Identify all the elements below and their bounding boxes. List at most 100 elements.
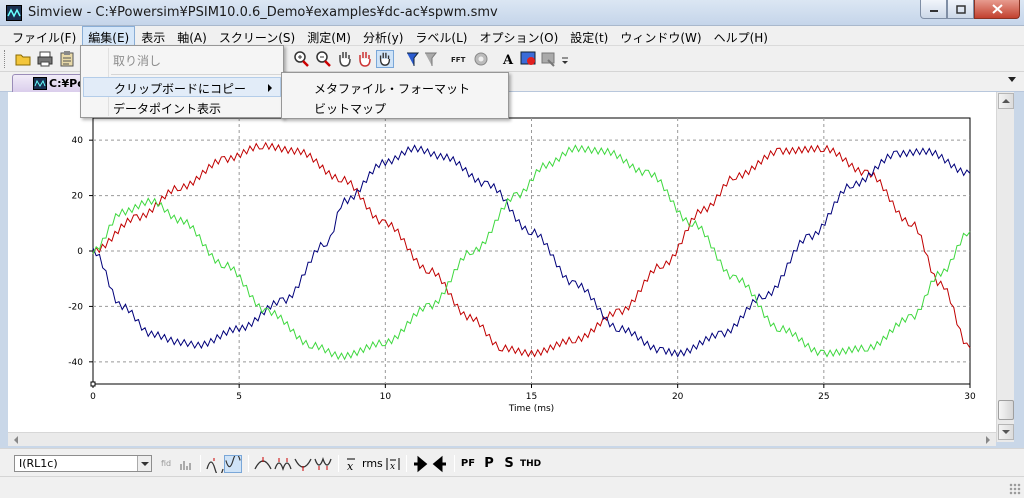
next-max-icon[interactable] <box>274 455 292 473</box>
submenu-item-bitmap[interactable]: ビットマップ <box>284 97 506 117</box>
menu-help[interactable]: ヘルプ(H) <box>708 26 774 46</box>
title-bar: Simview - C:¥Powersim¥PSIM10.0.6_Demo¥ex… <box>0 0 1024 26</box>
real-power-button[interactable]: P <box>482 455 496 473</box>
clipboard-icon[interactable] <box>58 50 76 68</box>
toolbar-overflow-icon[interactable] <box>560 50 570 68</box>
close-icon <box>991 4 1003 14</box>
tab-list-dropdown-icon[interactable] <box>1008 77 1016 82</box>
arrow-down-icon <box>1002 430 1010 434</box>
vertical-scroll-thumb[interactable] <box>998 400 1014 420</box>
edit-menu-dropdown: 取り消し クリップボードにコピー データポイント表示 <box>80 45 284 118</box>
close-button[interactable] <box>974 0 1020 19</box>
horizontal-scrollbar[interactable] <box>8 432 996 446</box>
menu-label[interactable]: ラベル(L) <box>409 26 473 46</box>
menu-item-show-data-points[interactable]: データポイント表示 <box>83 97 281 117</box>
bar-chart-icon[interactable] <box>178 455 194 473</box>
scroll-up-button[interactable] <box>998 93 1014 109</box>
zoom-out-icon[interactable] <box>314 50 332 68</box>
x-tick-label: 10 <box>380 392 392 402</box>
minimize-icon <box>929 10 938 12</box>
text-label-icon[interactable]: A <box>500 50 518 68</box>
absolute-average-icon[interactable]: x <box>384 455 402 473</box>
select-hand-icon[interactable] <box>376 50 394 68</box>
pan-hand-red-icon[interactable] <box>356 50 374 68</box>
svg-text:x: x <box>347 460 354 473</box>
scroll-left-icon[interactable] <box>14 436 18 444</box>
x-tick-label: 0 <box>90 392 96 402</box>
arrow-left-icon[interactable] <box>432 455 448 473</box>
average-icon[interactable]: x <box>344 455 358 473</box>
print-icon[interactable] <box>36 50 54 68</box>
power-factor-button[interactable]: PF <box>460 455 476 473</box>
variable-dropdown-icon[interactable] <box>137 456 151 471</box>
x-tick-label: 30 <box>964 392 976 402</box>
settings-gear-icon[interactable] <box>472 50 490 68</box>
export-icon[interactable] <box>540 50 558 68</box>
zoom-in-icon[interactable] <box>292 50 310 68</box>
submenu-item-metafile[interactable]: メタファイル・フォーマット <box>284 77 506 97</box>
toolbar-separator <box>406 455 407 472</box>
svg-text:x: x <box>390 462 395 472</box>
menu-item-undo[interactable]: 取り消し <box>83 49 281 69</box>
rms-button[interactable]: rms <box>362 455 383 473</box>
marker-icon[interactable] <box>404 50 422 68</box>
maximize-button[interactable] <box>947 0 974 19</box>
menu-view[interactable]: 表示 <box>135 26 171 46</box>
toolbar-separator <box>338 455 339 472</box>
menu-bar: ファイル(F) 編集(E) 表示 軸(A) スクリーン(S) 測定(M) 分析(… <box>0 26 1024 46</box>
max-peak-icon[interactable] <box>254 455 272 473</box>
y-tick-label: 20 <box>72 192 84 202</box>
status-bar <box>0 476 1024 498</box>
submenu-arrow-icon <box>268 84 272 92</box>
thd-button[interactable]: THD <box>520 455 541 473</box>
waveform-plot[interactable]: 0 5 10 15 20 25 30 -40 -20 0 20 40 Time (ms) <box>8 92 996 432</box>
menu-edit[interactable]: 編集(E) <box>82 26 136 46</box>
wave-valley-icon[interactable] <box>224 455 242 473</box>
marker-gray-icon[interactable] <box>422 50 440 68</box>
x-tick-label: 15 <box>526 392 537 402</box>
menu-analysis[interactable]: 分析(y) <box>357 26 409 46</box>
simview-app-icon <box>6 5 22 21</box>
open-folder-icon[interactable] <box>14 50 32 68</box>
menu-item-copy-to-clipboard[interactable]: クリップボードにコピー <box>83 77 281 97</box>
bottom-toolbar: I(RL1c) fid x rms x PF P S THD <box>0 448 1024 476</box>
waveform-chart[interactable]: 0 5 10 15 20 25 30 -40 -20 0 20 40 Time (ms) <box>8 92 996 432</box>
min-valley-icon[interactable] <box>294 455 312 473</box>
svg-text:A: A <box>502 53 514 68</box>
x-axis-label: Time (ms) <box>508 404 554 414</box>
scroll-down-button[interactable] <box>998 424 1014 440</box>
vertical-scrollbar[interactable] <box>996 92 1014 442</box>
minimize-button[interactable] <box>920 0 947 19</box>
document-tab[interactable]: C:¥Pow <box>12 74 95 93</box>
menu-measure[interactable]: 測定(M) <box>301 26 357 46</box>
origin-marker <box>90 381 96 387</box>
menu-options[interactable]: オプション(O) <box>473 26 564 46</box>
maximize-icon <box>955 4 966 14</box>
toolbar-separator <box>248 455 249 472</box>
toolbar-grip[interactable] <box>4 50 7 68</box>
menu-separator <box>111 74 281 75</box>
fft-icon[interactable]: FFT <box>450 50 470 68</box>
scroll-right-icon[interactable] <box>986 436 990 444</box>
record-icon[interactable] <box>520 50 538 68</box>
arrow-right-icon[interactable] <box>412 455 428 473</box>
menu-screen[interactable]: スクリーン(S) <box>213 26 301 46</box>
fid-button[interactable]: fid <box>158 455 174 473</box>
variable-select[interactable]: I(RL1c) <box>14 455 152 472</box>
copy-to-clipboard-label: クリップボードにコピー <box>114 82 247 96</box>
menu-file[interactable]: ファイル(F) <box>6 26 82 46</box>
waveform-document-icon <box>33 77 47 90</box>
resize-grip[interactable] <box>1009 483 1021 495</box>
y-tick-label: 0 <box>77 247 83 257</box>
window-title: Simview - C:¥Powersim¥PSIM10.0.6_Demo¥ex… <box>28 5 498 20</box>
wave-peak-icon[interactable] <box>206 455 224 473</box>
menu-window[interactable]: ウィンドウ(W) <box>614 26 707 46</box>
apparent-power-button[interactable]: S <box>502 455 516 473</box>
x-tick-label: 5 <box>236 392 242 402</box>
copy-submenu: メタファイル・フォーマット ビットマップ <box>281 72 509 119</box>
next-min-icon[interactable] <box>314 455 332 473</box>
menu-axis[interactable]: 軸(A) <box>171 26 213 46</box>
y-tick-label: -40 <box>68 358 83 368</box>
menu-settings[interactable]: 設定(t) <box>564 26 614 46</box>
pan-hand-icon[interactable] <box>336 50 354 68</box>
